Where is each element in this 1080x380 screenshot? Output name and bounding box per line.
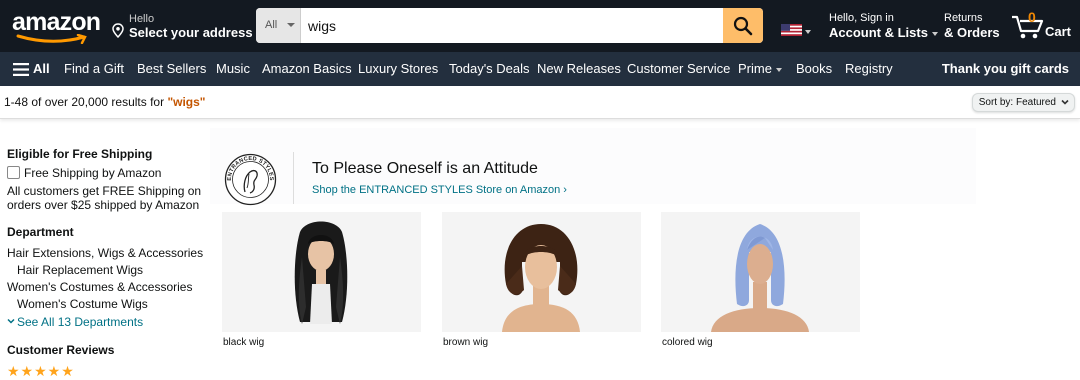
see-all-departments-label: See All 13 Departments xyxy=(17,315,144,329)
nav-item-new-releases[interactable]: New Releases xyxy=(537,61,621,76)
colored-wig-tile[interactable] xyxy=(661,212,860,332)
black-wig-label[interactable]: black wig xyxy=(223,337,264,348)
department-item[interactable]: Women's Costume Wigs xyxy=(17,297,148,311)
us-flag-icon[interactable] xyxy=(781,24,802,36)
search-icon xyxy=(733,16,753,36)
chevron-down-icon xyxy=(775,67,782,72)
black-wig-tile[interactable] xyxy=(222,212,421,332)
black-wig-image xyxy=(222,212,421,332)
nav-item-todays-deals[interactable]: Today's Deals xyxy=(449,61,530,76)
colored-wig-image xyxy=(661,212,860,332)
main-nav: All Find a Gift Best Sellers Music Amazo… xyxy=(0,52,1080,86)
brown-wig-tile[interactable] xyxy=(442,212,641,332)
language-chevron-icon[interactable] xyxy=(805,30,811,34)
chevron-down-icon xyxy=(931,31,938,36)
prime-label: Prime xyxy=(738,61,772,76)
hamburger-menu-icon xyxy=(13,63,29,76)
all-menu-label: All xyxy=(33,61,50,76)
brand-headline: To Please Oneself is an Attitude xyxy=(312,160,538,177)
customer-reviews-heading: Customer Reviews xyxy=(7,343,115,357)
search-button[interactable] xyxy=(723,8,763,43)
top-header: amazon Hello Select your address All wig… xyxy=(0,0,1080,52)
free-shipping-note-2: orders over $25 shipped by Amazon xyxy=(7,198,200,212)
nav-item-luxury-stores[interactable]: Luxury Stores xyxy=(358,61,438,76)
department-heading: Department xyxy=(7,225,74,239)
nav-item-amazon-basics[interactable]: Amazon Basics xyxy=(262,61,352,76)
smile-arrow-icon xyxy=(16,34,87,44)
chevron-down-icon xyxy=(7,318,15,324)
brand-divider xyxy=(293,152,294,204)
amazon-logo[interactable]: amazon xyxy=(12,8,101,44)
nav-item-music[interactable]: Music xyxy=(216,61,250,76)
chevron-down-icon xyxy=(1061,99,1069,105)
free-shipping-filter[interactable]: Free Shipping by Amazon xyxy=(7,166,161,180)
brand-store-link[interactable]: Shop the ENTRANCED STYLES Store on Amazo… xyxy=(312,184,567,196)
returns-label: Returns xyxy=(944,12,983,24)
account-lists-label: Account & Lists xyxy=(829,25,928,40)
sort-by-value: Featured xyxy=(1015,97,1056,108)
account-lists-menu[interactable]: Hello, Sign in Account & Lists xyxy=(829,12,938,40)
logo-wordmark: amazon xyxy=(12,8,101,36)
sign-in-greeting: Hello, Sign in xyxy=(829,12,894,24)
nav-item-prime[interactable]: Prime xyxy=(738,61,782,76)
location-pin-icon xyxy=(112,23,124,38)
address-greeting: Hello xyxy=(129,13,155,25)
nav-item-find-a-gift[interactable]: Find a Gift xyxy=(64,61,124,76)
see-all-departments-link[interactable]: See All 13 Departments xyxy=(7,315,143,329)
colored-wig-label[interactable]: colored wig xyxy=(662,337,713,348)
account-lists-row: Account & Lists xyxy=(829,25,938,40)
brown-wig-label[interactable]: brown wig xyxy=(443,337,488,348)
cart-label: Cart xyxy=(1045,24,1072,39)
nav-item-customer-service[interactable]: Customer Service xyxy=(627,61,730,76)
results-count-prefix: 1-48 of over 20,000 results for xyxy=(4,95,168,109)
sort-by-dropdown[interactable]: Sort by: Featured xyxy=(971,93,1075,112)
sort-by-label: Sort by: xyxy=(978,97,1014,108)
orders-label: & Orders xyxy=(944,25,1000,40)
search-input[interactable] xyxy=(302,8,722,43)
address-select: Select your address xyxy=(129,25,253,40)
brown-wig-image xyxy=(442,212,641,332)
entranced-styles-logo[interactable]: ENTRANCED STYLES xyxy=(223,152,278,207)
cart-count: 0 xyxy=(1028,9,1036,25)
department-item[interactable]: Hair Replacement Wigs xyxy=(17,263,143,277)
all-menu-button[interactable]: All xyxy=(13,61,50,76)
free-shipping-heading: Eligible for Free Shipping xyxy=(7,147,153,161)
chevron-down-icon xyxy=(287,23,295,27)
free-shipping-note-1: All customers get FREE Shipping on xyxy=(7,184,202,198)
free-shipping-checkbox-label: Free Shipping by Amazon xyxy=(24,166,162,180)
search-bar: All xyxy=(256,8,763,43)
returns-orders-link[interactable]: Returns & Orders xyxy=(944,12,1000,40)
search-category-label: All xyxy=(265,19,278,31)
results-bar: 1-48 of over 20,000 results for "wigs" S… xyxy=(0,86,1080,119)
department-item[interactable]: Women's Costumes & Accessories xyxy=(7,280,192,294)
star-rating-filter[interactable]: ★★★★★ xyxy=(7,363,75,380)
free-shipping-checkbox[interactable] xyxy=(7,166,20,179)
cart-button[interactable]: 0 Cart xyxy=(1011,9,1073,42)
search-category-dropdown[interactable]: All xyxy=(256,8,301,43)
results-count: 1-48 of over 20,000 results for "wigs" xyxy=(4,95,206,109)
nav-item-books[interactable]: Books xyxy=(796,61,832,76)
department-item[interactable]: Hair Extensions, Wigs & Accessories xyxy=(7,246,203,260)
nav-item-registry[interactable]: Registry xyxy=(845,61,893,76)
nav-item-best-sellers[interactable]: Best Sellers xyxy=(137,61,206,76)
nav-promo-gift-cards[interactable]: Thank you gift cards xyxy=(942,61,1069,76)
search-term: "wigs" xyxy=(167,95,206,109)
